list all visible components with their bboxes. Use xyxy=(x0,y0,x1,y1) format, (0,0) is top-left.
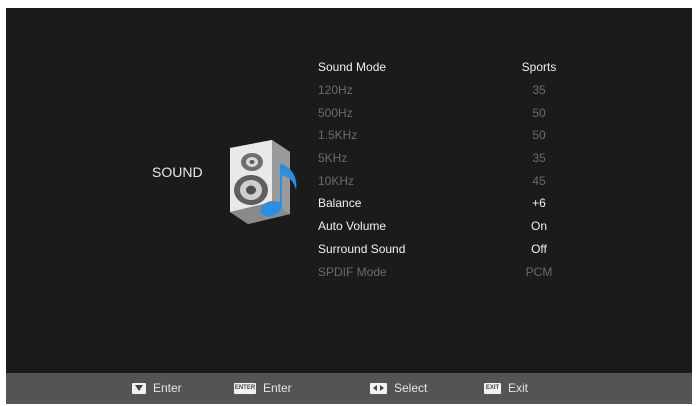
section-title: SOUND xyxy=(152,164,203,180)
hint-select: Select xyxy=(370,381,427,395)
menu-item-10khz[interactable]: 10KHz 45 xyxy=(318,169,570,192)
menu-item-value: 35 xyxy=(532,151,546,166)
menu-item-label: 120Hz xyxy=(318,83,353,98)
menu-item-value: Off xyxy=(531,241,547,256)
menu-item-label: 5KHz xyxy=(318,151,348,166)
menu-item-label: Balance xyxy=(318,196,362,211)
hint-label: Exit xyxy=(508,381,529,395)
menu-item-balance[interactable]: Balance +6 xyxy=(318,192,570,215)
menu-item-value: 45 xyxy=(532,173,546,188)
menu-item-auto-volume[interactable]: Auto Volume On xyxy=(318,215,570,238)
menu-item-value: +6 xyxy=(532,196,546,211)
hint-label: Select xyxy=(394,381,428,395)
menu-item-value: On xyxy=(530,219,547,234)
menu-item-label: Sound Mode xyxy=(318,60,387,75)
menu-item-1-5khz[interactable]: 1.5KHz 50 xyxy=(318,124,570,147)
menu-item-sound-mode[interactable]: Sound Mode Sports xyxy=(318,56,570,79)
menu-item-value: Sports xyxy=(521,60,557,75)
menu-item-value: PCM xyxy=(525,264,553,279)
sound-menu: Sound Mode Sports 120Hz 35 500Hz 50 1.5K… xyxy=(318,56,570,283)
left-right-arrow-key-icon xyxy=(370,382,387,394)
menu-item-value: 50 xyxy=(532,128,546,143)
menu-item-surround-sound[interactable]: Surround Sound Off xyxy=(318,238,570,261)
sound-settings-screen: SOUND Sound Mode Sports 120Hz 35 500Hz 5… xyxy=(6,8,692,404)
menu-item-5khz[interactable]: 5KHz 35 xyxy=(318,147,570,170)
menu-item-label: SPDIF Mode xyxy=(318,264,387,279)
menu-item-500hz[interactable]: 500Hz 50 xyxy=(318,101,570,124)
hint-exit: EXIT Exit xyxy=(484,381,528,395)
hint-enter-key: ENTER Enter xyxy=(234,381,292,395)
hint-enter-down: Enter xyxy=(132,381,182,395)
speaker-music-icon xyxy=(230,140,297,224)
menu-item-label: Auto Volume xyxy=(318,219,387,234)
menu-item-120hz[interactable]: 120Hz 35 xyxy=(318,79,570,102)
exit-key-icon: EXIT xyxy=(484,382,501,394)
hint-label: Enter xyxy=(263,381,292,395)
menu-item-label: 1.5KHz xyxy=(318,128,358,143)
menu-item-label: Surround Sound xyxy=(318,241,406,256)
menu-item-value: 35 xyxy=(532,83,546,98)
hint-label: Enter xyxy=(153,381,182,395)
enter-key-icon: ENTER xyxy=(234,382,256,394)
footer-hint-bar: Enter ENTER Enter Select EXIT Exit xyxy=(6,373,692,404)
menu-item-spdif-mode[interactable]: SPDIF Mode PCM xyxy=(318,260,570,283)
menu-item-label: 10KHz xyxy=(318,173,355,188)
menu-item-label: 500Hz xyxy=(318,105,353,120)
menu-item-value: 50 xyxy=(532,105,546,120)
down-arrow-key-icon xyxy=(132,382,146,394)
